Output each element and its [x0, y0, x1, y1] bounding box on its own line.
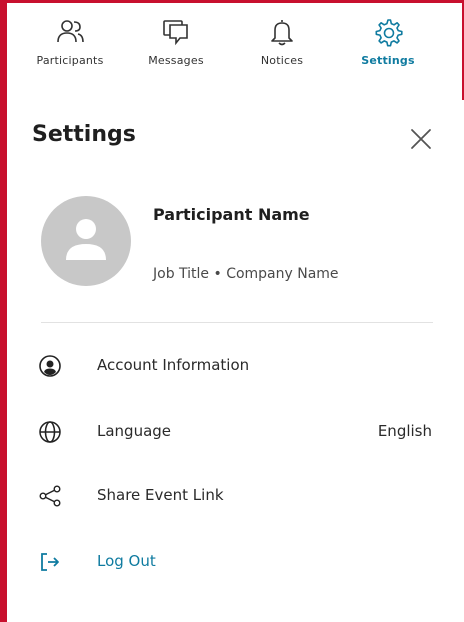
tab-bar: Participants Messages Notices Settings	[10, 10, 450, 90]
menu-item-label: Account Information	[97, 356, 250, 374]
menu-item-label: Log Out	[97, 552, 156, 570]
frame-border-left	[0, 0, 7, 622]
tab-notices-label: Notices	[260, 54, 304, 67]
tab-settings-label: Settings	[361, 54, 415, 67]
settings-panel: Participants Messages Notices Settings S…	[0, 0, 464, 622]
job-title-company: Job Title • Company Name	[153, 266, 339, 282]
tab-notices[interactable]: Notices	[234, 10, 330, 82]
language-value: English	[377, 422, 432, 440]
tab-messages-label: Messages	[148, 54, 204, 67]
frame-border-top	[0, 0, 464, 3]
account-circle-icon	[39, 355, 61, 377]
logout-icon	[41, 553, 59, 571]
bell-icon	[271, 20, 293, 46]
globe-icon	[39, 421, 61, 443]
divider	[41, 322, 433, 323]
participant-name: Participant Name	[153, 205, 310, 224]
tab-settings[interactable]: Settings	[340, 10, 436, 82]
participants-icon	[57, 20, 84, 43]
close-button[interactable]	[406, 124, 436, 154]
menu-item-label: Share Event Link	[97, 486, 224, 504]
tab-messages[interactable]: Messages	[128, 10, 224, 82]
menu-item-log-out[interactable]: Log Out	[32, 542, 442, 582]
close-icon	[411, 129, 431, 149]
messages-icon	[163, 20, 188, 46]
user-silhouette-icon	[66, 219, 106, 260]
menu-item-label: Language	[97, 422, 172, 440]
share-icon	[39, 485, 61, 507]
menu-item-language[interactable]: Language English	[32, 412, 442, 452]
menu-item-account-information[interactable]: Account Information	[32, 346, 442, 386]
page-title: Settings	[32, 122, 136, 147]
tab-participants-label: Participants	[36, 54, 104, 67]
menu-item-share-event-link[interactable]: Share Event Link	[32, 476, 442, 516]
avatar	[41, 196, 131, 286]
gear-icon	[375, 19, 403, 47]
tab-participants[interactable]: Participants	[22, 10, 118, 82]
